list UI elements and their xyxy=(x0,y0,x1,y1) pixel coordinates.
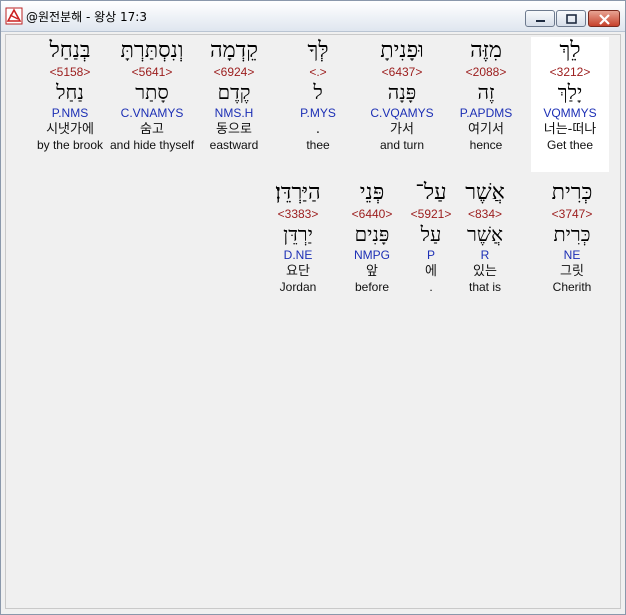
hebrew-word: לֵךְ xyxy=(559,38,581,63)
strong-number[interactable]: <3747> xyxy=(530,207,614,222)
morphology-code: NMPG xyxy=(354,248,390,262)
korean-gloss: 숨고 xyxy=(140,122,164,137)
hebrew-word: וְנִסְתַּרְתָּ xyxy=(120,38,184,63)
close-button[interactable] xyxy=(588,10,620,27)
interlinear-word[interactable]: כְּרִית <3747> כְּרִית NE 그릿 Cherith xyxy=(530,179,614,295)
lemma-word: אֲשֶׁר xyxy=(467,222,503,246)
strong-number[interactable]: <6440> xyxy=(340,207,404,222)
english-gloss: thee xyxy=(306,138,330,152)
app-window: @원전분해 - 왕상 17:3 לֵךְ <3212> יָלַךְ VQMMYS 너는… xyxy=(0,0,626,615)
lemma-word: קֶדֶם xyxy=(217,80,251,104)
english-gloss: by the brook xyxy=(36,138,104,152)
hebrew-word: וּפָנִיתָ xyxy=(380,38,424,63)
lemma-word: פָּנָה xyxy=(387,80,417,104)
lemma-word: עַל xyxy=(420,222,442,246)
minimize-icon xyxy=(536,20,545,22)
lemma-word: זֶה xyxy=(477,80,495,104)
lemma-word: יָלַךְ xyxy=(557,80,583,104)
morphology-code: P.APDMS xyxy=(459,106,513,120)
interlinear-word[interactable]: וּפָנִיתָ <6437> פָּנָה C.VQAMYS 가서 and turn xyxy=(360,37,444,153)
morphology-code: NE xyxy=(563,248,581,262)
interlinear-word[interactable]: קֵדְמָה <6924> קֶדֶם NMS.H 동으로 eastward xyxy=(192,37,276,153)
morphology-code: D.NE xyxy=(283,248,313,262)
strong-number[interactable]: <.> xyxy=(276,65,360,80)
hebrew-word: לְּךָ xyxy=(307,38,329,63)
korean-gloss: 너는-떠나 xyxy=(543,122,597,137)
interlinear-word[interactable]: בְּנַחַל <5158> נַחַל P.NMS 시냇가에 by the brook xyxy=(28,37,112,153)
morphology-code: R xyxy=(480,248,490,262)
lemma-word: יַרְדֵּן xyxy=(283,222,313,246)
english-gloss: . xyxy=(429,280,433,294)
interlinear-word[interactable]: אֲשֶׁר <834> אֲשֶׁר R 있는 that is xyxy=(457,179,513,295)
korean-gloss: 여기서 xyxy=(468,122,504,137)
korean-gloss: . xyxy=(315,122,321,137)
maximize-button[interactable] xyxy=(556,10,586,27)
maximize-icon xyxy=(566,14,577,24)
hebrew-word: מִזֶּה xyxy=(470,38,502,63)
english-gloss: hence xyxy=(469,138,503,152)
interlinear-word[interactable]: פְּנֵי <6440> פָּנִים NMPG 앞 before xyxy=(340,179,404,295)
english-gloss: Cherith xyxy=(552,280,592,294)
strong-number[interactable]: <5641> xyxy=(110,65,194,80)
lemma-word: נַחַל xyxy=(56,80,84,104)
minimize-button[interactable] xyxy=(525,10,555,27)
strong-number[interactable]: <6437> xyxy=(360,65,444,80)
english-gloss: and hide thyself xyxy=(110,138,195,152)
morphology-code: NMS.H xyxy=(214,106,254,120)
lemma-word: ל xyxy=(313,80,323,104)
hebrew-word: עַל־ xyxy=(415,180,447,205)
morphology-code: C.VNAMYS xyxy=(120,106,184,120)
korean-gloss: 에 xyxy=(425,264,437,279)
english-gloss: and turn xyxy=(379,138,425,152)
korean-gloss: 동으로 xyxy=(216,122,252,137)
korean-gloss: 그릿 xyxy=(560,264,584,279)
english-gloss: eastward xyxy=(209,138,259,152)
strong-number[interactable]: <3383> xyxy=(256,207,340,222)
interlinear-word[interactable]: לֵךְ <3212> יָלַךְ VQMMYS 너는-떠나 Get thee xyxy=(528,37,612,153)
lemma-word: סָתַר xyxy=(135,80,169,104)
morphology-code: VQMMYS xyxy=(543,106,597,120)
korean-gloss: 있는 xyxy=(473,264,497,279)
strong-number[interactable]: <5158> xyxy=(28,65,112,80)
interlinear-word[interactable]: עַל־ <5921> עַל P 에. xyxy=(405,179,457,295)
morphology-code: P.NMS xyxy=(51,106,89,120)
interlinear-word[interactable]: מִזֶּה <2088> זֶה P.APDMS 여기서 hence xyxy=(444,37,528,153)
hebrew-word: אֲשֶׁר xyxy=(465,180,505,205)
hebrew-word: קֵדְמָה xyxy=(209,38,259,63)
hebrew-word: כְּרִית xyxy=(551,180,593,205)
hebrew-word: הַיַּרְדֵּן׃ xyxy=(275,180,321,205)
interlinear-word[interactable]: לְּךָ <.> ל P.MYS. thee xyxy=(276,37,360,153)
korean-gloss: 시냇가에 xyxy=(46,122,94,137)
lemma-word: פָּנִים xyxy=(354,222,390,246)
strong-number[interactable]: <6924> xyxy=(192,65,276,80)
strong-number[interactable]: <834> xyxy=(457,207,513,222)
bible-app-icon[interactable] xyxy=(5,7,23,25)
korean-gloss: 앞 xyxy=(366,264,378,279)
hebrew-word: פְּנֵי xyxy=(359,180,385,205)
interlinear-word[interactable]: הַיַּרְדֵּן׃ <3383> יַרְדֵּן D.NE 요단 Jordan xyxy=(256,179,340,295)
hebrew-word: בְּנַחַל xyxy=(49,38,91,63)
korean-gloss: 가서 xyxy=(390,122,414,137)
english-gloss: that is xyxy=(468,280,501,294)
morphology-code: P xyxy=(426,248,435,262)
korean-gloss: 요단 xyxy=(286,264,310,279)
morphology-code: P.MYS xyxy=(300,106,336,120)
morphology-code: C.VQAMYS xyxy=(370,106,434,120)
strong-number[interactable]: <2088> xyxy=(444,65,528,80)
title-bar[interactable]: @원전분해 - 왕상 17:3 xyxy=(1,1,625,32)
window-title: @원전분해 - 왕상 17:3 xyxy=(26,10,147,24)
english-gloss: Get thee xyxy=(546,138,594,152)
close-icon xyxy=(599,14,610,25)
strong-number[interactable]: <3212> xyxy=(528,65,612,80)
english-gloss: Jordan xyxy=(279,280,317,294)
lemma-word: כְּרִית xyxy=(553,222,591,246)
english-gloss: before xyxy=(354,280,390,294)
interlinear-word[interactable]: וְנִסְתַּרְתָּ <5641> סָתַר C.VNAMYS 숨고 and h… xyxy=(110,37,194,153)
strong-number[interactable]: <5921> xyxy=(405,207,457,222)
